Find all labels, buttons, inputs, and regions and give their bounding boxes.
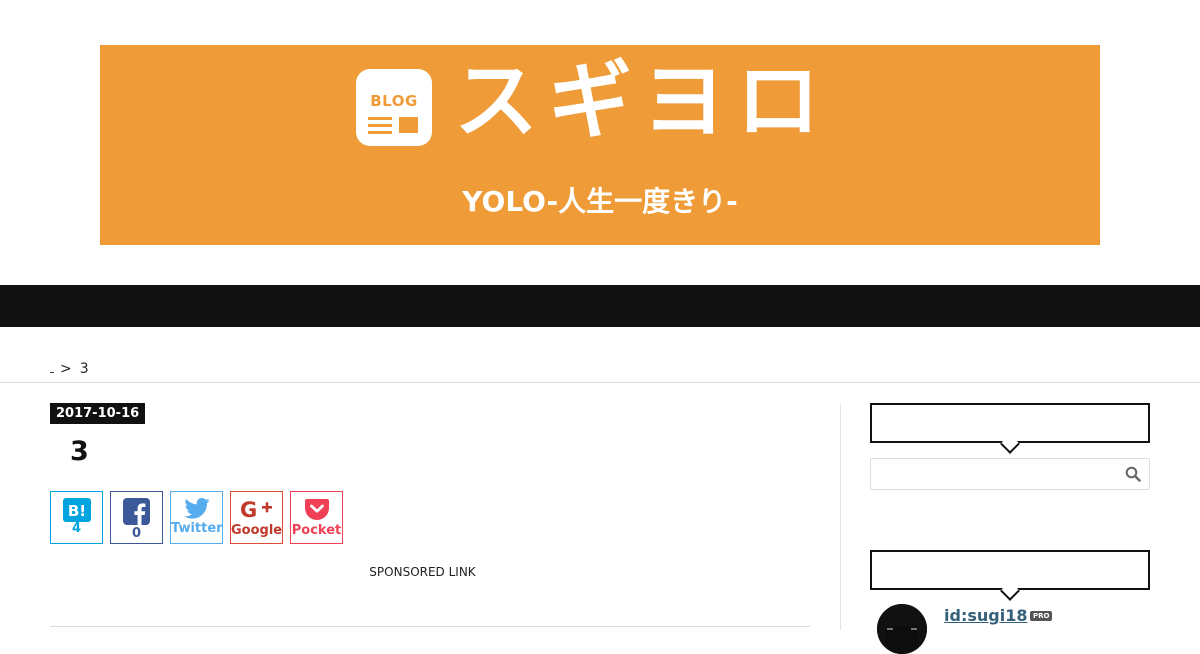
breadcrumb-separator: > — [60, 361, 72, 377]
search-input[interactable] — [870, 458, 1150, 490]
heading-pointer — [1000, 434, 1020, 454]
pro-badge: PRO — [1030, 611, 1053, 621]
blog-logo-icon: BLOG — [356, 69, 432, 146]
pocket-share-button[interactable]: Pocket — [290, 491, 343, 544]
hatena-bookmark-icon: B! — [62, 498, 91, 522]
profile-user-id-link[interactable]: id:sugi18 — [944, 606, 1027, 625]
entry-date[interactable]: 2017-10-16 — [50, 403, 146, 424]
pocket-icon — [304, 499, 329, 520]
search-icon[interactable] — [1125, 466, 1141, 482]
avatar[interactable] — [877, 604, 927, 654]
content-divider — [50, 626, 810, 627]
column-separator — [840, 403, 841, 630]
sponsored-link-label: SPONSORED LINK — [369, 565, 476, 579]
global-nav-bar — [0, 285, 1200, 327]
logo-text: BLOG — [370, 92, 418, 110]
site-title: スギヨロ — [454, 52, 831, 150]
twitter-label: Twitter — [171, 521, 223, 536]
header-divider — [0, 382, 1200, 383]
search-widget-heading — [870, 403, 1150, 454]
hatena-bookmark-button[interactable]: B! 4 — [50, 491, 103, 544]
header-banner[interactable]: BLOG スギヨロ YOLO-人生一度きり- — [100, 45, 1100, 245]
breadcrumb-home-link[interactable] — [50, 370, 54, 373]
hatena-count: 4 — [71, 521, 82, 536]
entry-title[interactable]: 3 — [70, 436, 89, 467]
avatar-image — [877, 604, 927, 654]
twitter-share-button[interactable]: Twitter — [170, 491, 223, 544]
facebook-share-button[interactable]: 0 — [110, 491, 163, 544]
heading-pointer — [1000, 581, 1020, 601]
svg-text:B!: B! — [67, 502, 85, 520]
profile-widget-heading — [870, 550, 1150, 601]
google-plus-share-button[interactable]: G Google — [230, 491, 283, 544]
google-plus-icon: G — [240, 498, 272, 520]
twitter-bird-icon — [183, 498, 210, 519]
google-label: Google — [231, 523, 283, 538]
facebook-icon — [123, 498, 150, 525]
facebook-count: 0 — [131, 526, 142, 541]
breadcrumb: >3 — [50, 361, 89, 377]
pocket-label: Pocket — [291, 523, 342, 538]
site-subtitle: YOLO-人生一度きり- — [462, 185, 738, 218]
breadcrumb-current: 3 — [79, 361, 89, 377]
svg-text:G: G — [240, 498, 257, 520]
